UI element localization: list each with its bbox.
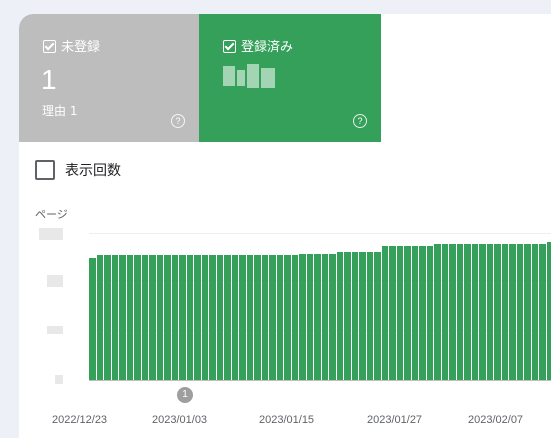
search-console-page-indexing: 未登録 1 理由 1 ? 登録済み ? 表示回数 ページ 1 2022/12/2… bbox=[0, 0, 551, 438]
bar[interactable] bbox=[291, 255, 299, 380]
bar[interactable] bbox=[366, 252, 374, 380]
bar[interactable] bbox=[216, 255, 224, 380]
bar[interactable] bbox=[104, 255, 111, 380]
bar[interactable] bbox=[269, 255, 276, 380]
bar[interactable] bbox=[96, 255, 104, 380]
bar[interactable] bbox=[231, 255, 239, 380]
bar[interactable] bbox=[486, 244, 494, 380]
bar[interactable] bbox=[209, 255, 216, 380]
x-axis bbox=[89, 380, 551, 381]
bar[interactable] bbox=[299, 254, 306, 380]
bar[interactable] bbox=[261, 255, 269, 380]
bar[interactable] bbox=[321, 254, 329, 380]
bar[interactable] bbox=[284, 255, 291, 380]
bar[interactable] bbox=[404, 246, 411, 380]
bar[interactable] bbox=[336, 252, 344, 380]
bar[interactable] bbox=[314, 254, 321, 380]
bar[interactable] bbox=[171, 255, 179, 380]
bar[interactable] bbox=[374, 252, 381, 380]
bar[interactable] bbox=[546, 242, 551, 380]
indexed-label: 登録済み bbox=[241, 40, 294, 55]
gridline bbox=[89, 233, 551, 234]
bar[interactable] bbox=[434, 244, 441, 380]
not-indexed-count: 1 bbox=[41, 64, 57, 95]
bar[interactable] bbox=[351, 252, 359, 380]
bar[interactable] bbox=[224, 255, 231, 380]
not-indexed-reason: 理由 1 bbox=[42, 104, 78, 118]
bar[interactable] bbox=[254, 255, 261, 380]
bar[interactable] bbox=[126, 255, 134, 380]
x-tick-label: 2022/12/23 bbox=[52, 414, 108, 426]
indexed-checkbox[interactable] bbox=[223, 40, 236, 53]
help-icon[interactable]: ? bbox=[171, 114, 185, 128]
bar[interactable] bbox=[194, 255, 201, 380]
y-axis-label: ページ bbox=[35, 208, 68, 221]
bar[interactable] bbox=[381, 246, 389, 380]
bar[interactable] bbox=[111, 255, 119, 380]
y-tick-label bbox=[47, 326, 63, 334]
bar[interactable] bbox=[411, 246, 419, 380]
impressions-label: 表示回数 bbox=[65, 163, 121, 179]
bar[interactable] bbox=[471, 244, 479, 380]
blurred-indexed-count bbox=[223, 62, 281, 94]
bar[interactable] bbox=[179, 255, 186, 380]
bar[interactable] bbox=[441, 244, 449, 380]
annotation-marker[interactable]: 1 bbox=[177, 387, 193, 403]
x-tick-label: 2023/01/03 bbox=[152, 414, 208, 426]
bar[interactable] bbox=[501, 244, 509, 380]
bar[interactable] bbox=[306, 254, 314, 380]
bar[interactable] bbox=[426, 246, 434, 380]
bar[interactable] bbox=[389, 246, 396, 380]
not-indexed-label: 未登録 bbox=[61, 40, 101, 55]
x-tick-label: 2023/02/07 bbox=[468, 414, 524, 426]
bar[interactable] bbox=[419, 246, 426, 380]
bar[interactable] bbox=[201, 255, 209, 380]
bar[interactable] bbox=[344, 252, 351, 380]
y-tick-label bbox=[39, 228, 63, 240]
bar[interactable] bbox=[516, 244, 524, 380]
bar[interactable] bbox=[149, 255, 156, 380]
help-icon[interactable]: ? bbox=[353, 114, 367, 128]
bar[interactable] bbox=[141, 255, 149, 380]
bar[interactable] bbox=[494, 244, 501, 380]
bar[interactable] bbox=[449, 244, 456, 380]
bar[interactable] bbox=[186, 255, 194, 380]
bar[interactable] bbox=[509, 244, 516, 380]
bar[interactable] bbox=[329, 254, 336, 380]
y-tick-label bbox=[47, 275, 63, 287]
bar[interactable] bbox=[531, 244, 539, 380]
bar[interactable] bbox=[156, 255, 164, 380]
report-panel: 未登録 1 理由 1 ? 登録済み ? 表示回数 ページ 1 2022/12/2… bbox=[19, 14, 551, 438]
bar[interactable] bbox=[276, 255, 284, 380]
x-tick-label: 2023/01/27 bbox=[367, 414, 423, 426]
bar[interactable] bbox=[246, 255, 254, 380]
bar[interactable] bbox=[464, 244, 471, 380]
y-tick-label bbox=[55, 375, 63, 384]
x-tick-label: 2023/01/15 bbox=[259, 414, 315, 426]
bar[interactable] bbox=[119, 255, 126, 380]
bar[interactable] bbox=[479, 244, 486, 380]
bar[interactable] bbox=[89, 258, 96, 380]
bar[interactable] bbox=[239, 255, 246, 380]
bar[interactable] bbox=[164, 255, 171, 380]
bar[interactable] bbox=[359, 252, 366, 380]
bar[interactable] bbox=[539, 244, 546, 380]
bar[interactable] bbox=[134, 255, 141, 380]
not-indexed-checkbox[interactable] bbox=[43, 40, 56, 53]
bar[interactable] bbox=[456, 244, 464, 380]
impressions-checkbox[interactable] bbox=[35, 160, 55, 180]
bar[interactable] bbox=[524, 244, 531, 380]
bar[interactable] bbox=[396, 246, 404, 380]
not-indexed-card[interactable]: 未登録 1 理由 1 ? bbox=[19, 14, 199, 142]
